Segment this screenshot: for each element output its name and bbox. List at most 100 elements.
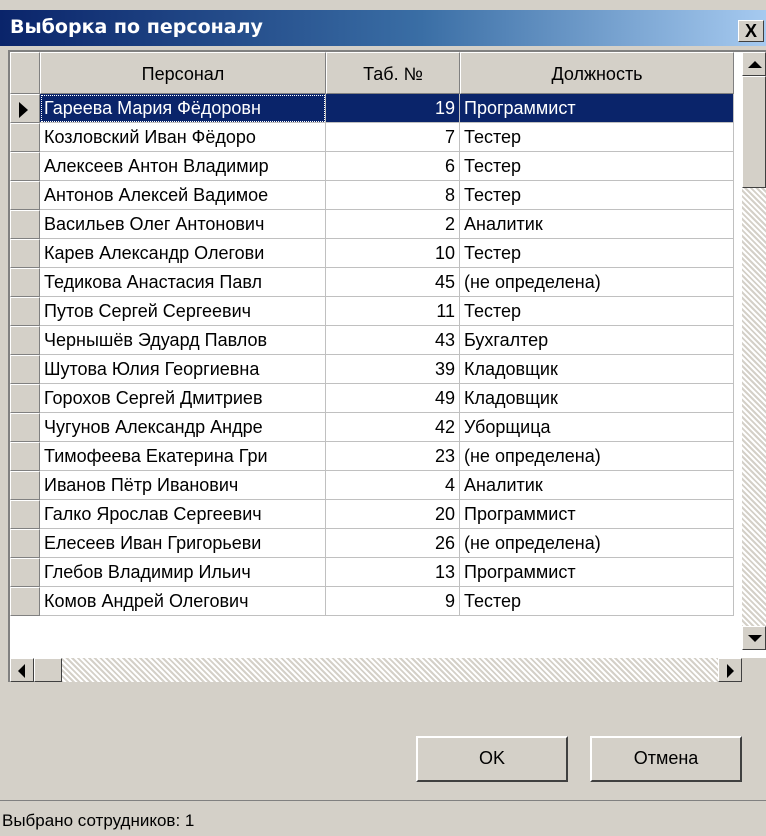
table-row[interactable]: Чернышёв Эдуард Павлов 43 Бухгалтер: [10, 326, 734, 355]
cell-position[interactable]: Тестер: [460, 239, 734, 268]
cell-personnel[interactable]: Елесеев Иван Григорьеви: [40, 529, 326, 558]
row-indicator[interactable]: [10, 94, 40, 123]
cell-tab-number[interactable]: 43: [326, 326, 460, 355]
cell-personnel[interactable]: Козловский Иван Фёдоро: [40, 123, 326, 152]
table-row[interactable]: Чугунов Александр Андре 42 Уборщица: [10, 413, 734, 442]
row-indicator[interactable]: [10, 558, 40, 587]
table-row[interactable]: Козловский Иван Фёдоро 7 Тестер: [10, 123, 734, 152]
table-row[interactable]: Тедикова Анастасия Павл 45 (не определена): [10, 268, 734, 297]
cell-personnel[interactable]: Глебов Владимир Ильич: [40, 558, 326, 587]
personnel-grid[interactable]: Персонал Таб. № Должность Гареева Мария …: [8, 50, 766, 682]
cell-position[interactable]: Аналитик: [460, 210, 734, 239]
cell-tab-number[interactable]: 26: [326, 529, 460, 558]
cell-position[interactable]: Тестер: [460, 181, 734, 210]
cell-personnel[interactable]: Алексеев Антон Владимир: [40, 152, 326, 181]
cell-position[interactable]: Программист: [460, 94, 734, 123]
row-indicator[interactable]: [10, 500, 40, 529]
cell-position[interactable]: Тестер: [460, 297, 734, 326]
cell-personnel[interactable]: Комов Андрей Олегович: [40, 587, 326, 616]
row-indicator[interactable]: [10, 587, 40, 616]
cell-position[interactable]: Тестер: [460, 152, 734, 181]
cell-position[interactable]: Кладовщик: [460, 355, 734, 384]
cell-tab-number[interactable]: 49: [326, 384, 460, 413]
cell-position[interactable]: Аналитик: [460, 471, 734, 500]
cell-tab-number[interactable]: 8: [326, 181, 460, 210]
cell-position[interactable]: Программист: [460, 558, 734, 587]
table-row[interactable]: Шутова Юлия Георгиевна 39 Кладовщик: [10, 355, 734, 384]
row-indicator[interactable]: [10, 471, 40, 500]
row-indicator[interactable]: [10, 297, 40, 326]
cell-tab-number[interactable]: 2: [326, 210, 460, 239]
row-indicator[interactable]: [10, 442, 40, 471]
cell-tab-number[interactable]: 7: [326, 123, 460, 152]
cell-personnel[interactable]: Путов Сергей Сергеевич: [40, 297, 326, 326]
cell-tab-number[interactable]: 20: [326, 500, 460, 529]
cell-tab-number[interactable]: 13: [326, 558, 460, 587]
row-indicator[interactable]: [10, 239, 40, 268]
scroll-left-button[interactable]: [10, 658, 34, 682]
cell-position[interactable]: Кладовщик: [460, 384, 734, 413]
cell-personnel[interactable]: Шутова Юлия Георгиевна: [40, 355, 326, 384]
cell-position[interactable]: Уборщица: [460, 413, 734, 442]
cell-position[interactable]: Бухгалтер: [460, 326, 734, 355]
scroll-down-button[interactable]: [742, 626, 766, 650]
column-header-position[interactable]: Должность: [460, 52, 734, 94]
cell-personnel[interactable]: Антонов Алексей Вадимое: [40, 181, 326, 210]
row-indicator[interactable]: [10, 123, 40, 152]
vertical-scroll-thumb[interactable]: [742, 76, 766, 188]
cell-personnel[interactable]: Васильев Олег Антонович: [40, 210, 326, 239]
cell-tab-number[interactable]: 23: [326, 442, 460, 471]
row-indicator[interactable]: [10, 413, 40, 442]
scroll-up-button[interactable]: [742, 52, 766, 76]
cell-tab-number[interactable]: 6: [326, 152, 460, 181]
table-row[interactable]: Елесеев Иван Григорьеви 26 (не определена): [10, 529, 734, 558]
cell-position[interactable]: Тестер: [460, 123, 734, 152]
horizontal-scroll-thumb[interactable]: [34, 658, 62, 682]
row-indicator[interactable]: [10, 326, 40, 355]
cell-personnel[interactable]: Карев Александр Олегови: [40, 239, 326, 268]
row-indicator[interactable]: [10, 384, 40, 413]
table-row[interactable]: Алексеев Антон Владимир 6 Тестер: [10, 152, 734, 181]
cell-position[interactable]: Программист: [460, 500, 734, 529]
cell-personnel[interactable]: Чернышёв Эдуард Павлов: [40, 326, 326, 355]
scroll-right-button[interactable]: [718, 658, 742, 682]
table-row[interactable]: Комов Андрей Олегович 9 Тестер: [10, 587, 734, 616]
table-row[interactable]: Глебов Владимир Ильич 13 Программист: [10, 558, 734, 587]
cell-tab-number[interactable]: 4: [326, 471, 460, 500]
cell-position[interactable]: (не определена): [460, 529, 734, 558]
row-indicator[interactable]: [10, 181, 40, 210]
column-header-personnel[interactable]: Персонал: [40, 52, 326, 94]
table-row[interactable]: Галко Ярослав Сергеевич 20 Программист: [10, 500, 734, 529]
table-row[interactable]: Горохов Сергей Дмитриев 49 Кладовщик: [10, 384, 734, 413]
table-row[interactable]: Иванов Пётр Иванович 4 Аналитик: [10, 471, 734, 500]
cell-personnel[interactable]: Тедикова Анастасия Павл: [40, 268, 326, 297]
row-indicator[interactable]: [10, 355, 40, 384]
cell-personnel[interactable]: Чугунов Александр Андре: [40, 413, 326, 442]
table-row[interactable]: Васильев Олег Антонович 2 Аналитик: [10, 210, 734, 239]
cell-position[interactable]: (не определена): [460, 442, 734, 471]
vertical-scrollbar[interactable]: [742, 52, 766, 650]
ok-button[interactable]: OK: [416, 736, 568, 782]
cell-personnel[interactable]: Горохов Сергей Дмитриев: [40, 384, 326, 413]
cell-tab-number[interactable]: 19: [326, 94, 460, 123]
cell-tab-number[interactable]: 10: [326, 239, 460, 268]
row-indicator[interactable]: [10, 152, 40, 181]
table-row-selected[interactable]: Гареева Мария Фёдоровн 19 Программист: [10, 94, 734, 123]
row-indicator[interactable]: [10, 210, 40, 239]
cell-tab-number[interactable]: 9: [326, 587, 460, 616]
column-header-tab-number[interactable]: Таб. №: [326, 52, 460, 94]
cell-personnel[interactable]: Иванов Пётр Иванович: [40, 471, 326, 500]
cell-personnel[interactable]: Галко Ярослав Сергеевич: [40, 500, 326, 529]
cell-personnel[interactable]: Гареева Мария Фёдоровн: [40, 94, 326, 123]
cell-personnel[interactable]: Тимофеева Екатерина Гри: [40, 442, 326, 471]
cell-position[interactable]: (не определена): [460, 268, 734, 297]
row-indicator[interactable]: [10, 529, 40, 558]
cell-tab-number[interactable]: 42: [326, 413, 460, 442]
cell-position[interactable]: Тестер: [460, 587, 734, 616]
table-row[interactable]: Антонов Алексей Вадимое 8 Тестер: [10, 181, 734, 210]
cell-tab-number[interactable]: 45: [326, 268, 460, 297]
title-bar[interactable]: Выборка по персоналу X: [0, 10, 766, 46]
close-button[interactable]: X: [738, 20, 764, 42]
row-indicator[interactable]: [10, 268, 40, 297]
table-row[interactable]: Тимофеева Екатерина Гри 23 (не определена): [10, 442, 734, 471]
